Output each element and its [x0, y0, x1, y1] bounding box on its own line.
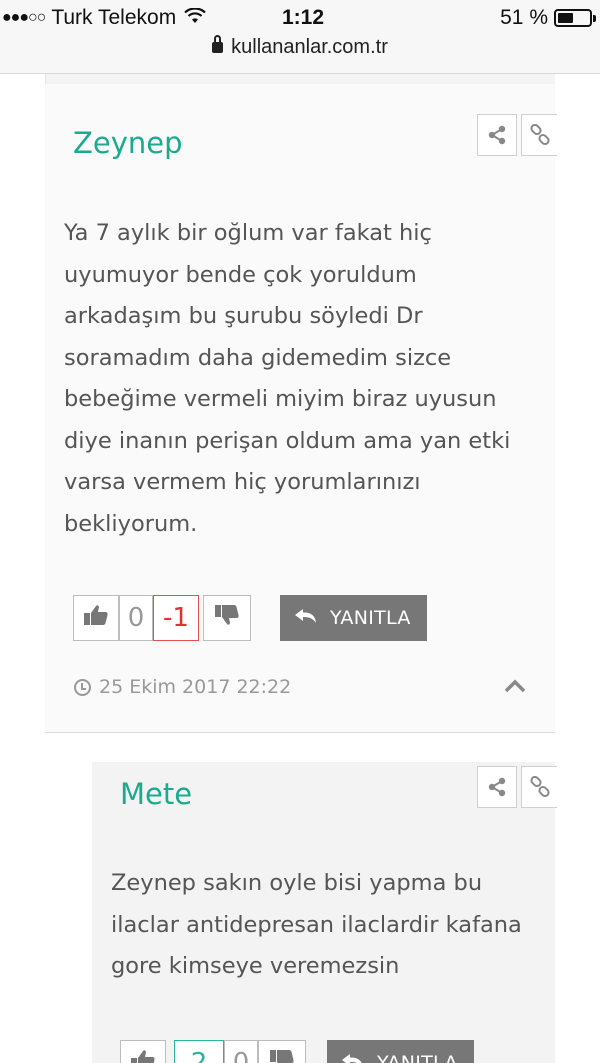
battery-level: [558, 13, 573, 23]
link-icon: [529, 124, 551, 146]
battery-percent: 51 %: [500, 6, 548, 29]
battery-info: 51 %: [500, 6, 596, 30]
thumbs-up-icon: [83, 603, 109, 633]
lock-icon: [212, 35, 224, 53]
collapse-button[interactable]: [503, 678, 527, 698]
comment-date: 25 Ekim 2017 22:22: [74, 676, 291, 698]
share-icon: [487, 777, 507, 797]
comment-body: Zeynep sakın oyle bisi yapma bu ilaclar …: [111, 870, 522, 979]
share-button[interactable]: [477, 114, 517, 156]
wifi-icon: [184, 6, 206, 29]
thumbs-up-icon: [130, 1048, 156, 1063]
previous-comment-edge: [45, 74, 555, 84]
like-button[interactable]: [120, 1040, 166, 1063]
ios-status-bar: ●●●○○ Turk Telekom 1:12 51 % kullananlar…: [0, 0, 600, 74]
thumbs-down-icon: [269, 1048, 295, 1063]
vote-group: 0 -1: [73, 595, 251, 641]
dislike-count: 0: [224, 1040, 258, 1063]
comment-author[interactable]: Mete: [120, 777, 192, 811]
reply-button[interactable]: YANITLA: [327, 1040, 474, 1063]
reply-label: YANITLA: [330, 607, 411, 629]
clock-time: 1:12: [282, 6, 325, 29]
date-text: 25 Ekim 2017 22:22: [99, 676, 292, 698]
carrier-info: ●●●○○ Turk Telekom: [2, 6, 206, 30]
battery-icon: [554, 9, 596, 27]
chevron-up-icon: [503, 679, 527, 698]
dislike-button[interactable]: [203, 595, 251, 641]
comment-author[interactable]: Zeynep: [73, 126, 183, 160]
like-button[interactable]: [73, 595, 119, 641]
reply-label: YANITLA: [377, 1052, 458, 1063]
like-count: 0: [119, 595, 153, 641]
reply-button[interactable]: YANITLA: [280, 595, 427, 641]
signal-strength-icon: ●●●○○: [2, 9, 46, 26]
carrier-name: Turk Telekom: [51, 6, 177, 29]
permalink-button[interactable]: [521, 114, 557, 156]
clock-icon: [74, 678, 91, 696]
reply-arrow-icon: [341, 1052, 377, 1063]
vote-group: 2 0: [120, 1040, 306, 1063]
reply-arrow-icon: [294, 607, 330, 629]
url-text: kullananlar.com.tr: [231, 36, 388, 58]
comment-divider: [45, 732, 555, 733]
share-button[interactable]: [477, 766, 517, 808]
thumbs-down-icon: [214, 603, 240, 633]
share-icon: [487, 125, 507, 145]
address-bar[interactable]: kullananlar.com.tr: [0, 35, 600, 59]
dislike-button[interactable]: [258, 1040, 306, 1063]
like-count: 2: [174, 1040, 224, 1063]
dislike-count: -1: [153, 595, 199, 641]
permalink-button[interactable]: [521, 766, 557, 808]
comment-body: Ya 7 aylık bir oğlum var fakat hiç uyumu…: [64, 220, 511, 537]
link-icon: [529, 776, 551, 798]
